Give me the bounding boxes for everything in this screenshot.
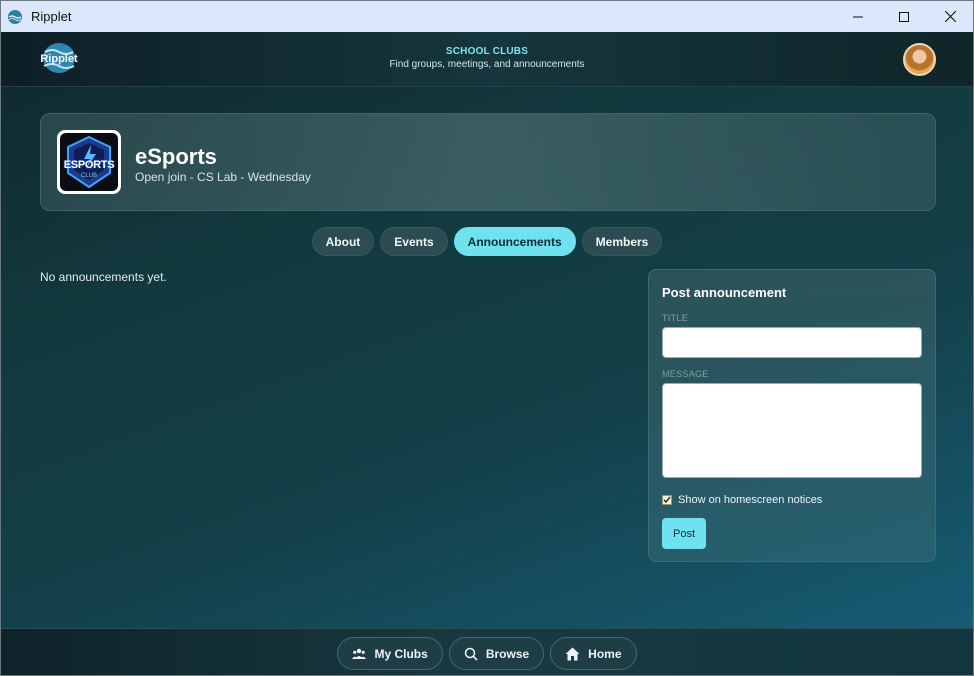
nav-browse-label: Browse <box>485 646 530 661</box>
homescreen-checkbox-label: Show on homescreen notices <box>678 494 823 506</box>
header-center: SCHOOL CLUBS Find groups, meetings, and … <box>1 46 973 70</box>
title-bar: Ripplet <box>1 1 973 32</box>
close-button[interactable] <box>927 1 973 32</box>
homescreen-checkbox-row[interactable]: Show on homescreen notices <box>662 494 822 506</box>
tab-about[interactable]: About <box>311 227 375 256</box>
app-window: Ripplet Ripplet SCHOOL CLUBS Find groups… <box>0 0 974 676</box>
close-icon <box>944 11 956 22</box>
group-icon <box>352 648 367 659</box>
home-icon <box>565 647 580 660</box>
club-name: eSports <box>135 144 217 169</box>
maximize-icon <box>899 11 909 22</box>
panel-title: Post announcement <box>662 285 787 300</box>
club-card: ESPORTS CLUB eSports Open join - CS Lab … <box>40 113 936 211</box>
header-subtitle: Find groups, meetings, and announcements <box>389 59 585 70</box>
post-button[interactable]: Post <box>662 518 706 549</box>
nav-home-button[interactable]: Home <box>550 637 637 670</box>
header-title: SCHOOL CLUBS <box>445 46 529 57</box>
tab-announcements[interactable]: Announcements <box>453 227 576 256</box>
bottom-nav-bar: My Clubs Browse Home <box>1 628 973 675</box>
message-textarea[interactable] <box>662 383 922 478</box>
club-logo-subtext: CLUB <box>80 173 97 179</box>
tab-members[interactable]: Members <box>581 227 663 256</box>
minimize-button[interactable] <box>835 1 881 32</box>
message-label: MESSAGE <box>662 369 709 379</box>
nav-home-label: Home <box>588 646 622 661</box>
club-logo-text: ESPORTS <box>63 159 115 171</box>
nav-my-clubs-button[interactable]: My Clubs <box>337 637 443 670</box>
app-header: Ripplet SCHOOL CLUBS Find groups, meetin… <box>1 32 973 87</box>
announcements-empty-text: No announcements yet. <box>40 270 167 284</box>
club-tabs: About Events Announcements Members <box>1 227 973 256</box>
search-icon <box>464 647 478 661</box>
nav-my-clubs-label: My Clubs <box>374 646 428 661</box>
homescreen-checkbox[interactable] <box>662 495 672 505</box>
club-meta: Open join - CS Lab - Wednesday <box>135 170 311 184</box>
title-input[interactable] <box>662 327 922 358</box>
nav-browse-button[interactable]: Browse <box>448 637 545 670</box>
post-announcement-panel: Post announcement TITLE MESSAGE Show on … <box>648 269 936 562</box>
club-logo: ESPORTS CLUB <box>57 130 121 194</box>
app-icon <box>8 9 22 24</box>
title-label: TITLE <box>662 313 689 323</box>
maximize-button[interactable] <box>881 1 927 32</box>
tab-events[interactable]: Events <box>380 227 448 256</box>
checkmark-icon <box>663 496 671 504</box>
window-title: Ripplet <box>31 9 72 24</box>
minimize-icon <box>853 16 863 17</box>
user-avatar[interactable] <box>903 43 936 76</box>
